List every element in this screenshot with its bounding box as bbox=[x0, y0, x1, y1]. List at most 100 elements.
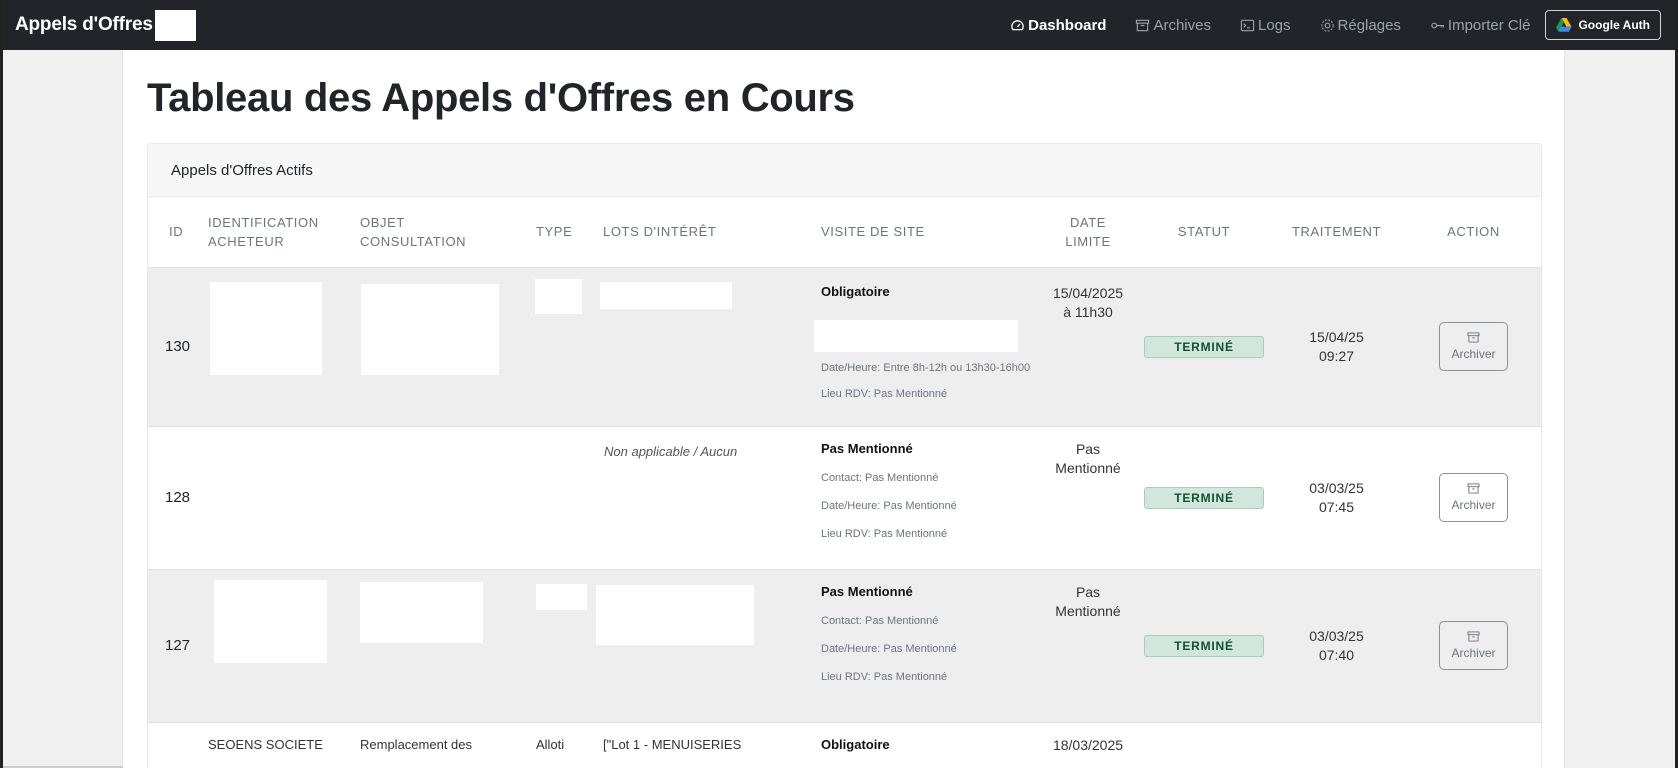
table-header-row: ID IDENTIFICATION ACHETEUR OBJET CONSULTAT… bbox=[148, 197, 1541, 268]
visite-status: Obligatoire bbox=[821, 736, 890, 752]
nav-settings[interactable]: Réglages bbox=[1320, 17, 1401, 34]
main-container: Tableau des Appels d'Offres en Cours App… bbox=[122, 50, 1565, 768]
header-traitement: TRAITEMENT bbox=[1269, 197, 1404, 268]
row-visite: Pas Mentionné Contact: Pas Mentionné Dat… bbox=[813, 569, 1037, 723]
brand-title: Appels d'Offres bbox=[15, 14, 153, 35]
row-action: Archiver bbox=[1404, 569, 1541, 723]
archive-icon bbox=[1467, 631, 1480, 642]
row-traitement: 03/03/25 07:40 bbox=[1269, 569, 1404, 723]
status-badge: TERMINÉ bbox=[1144, 486, 1264, 509]
table-row: 127 Pas Mentionné Contact: Pas Mentionné… bbox=[148, 569, 1541, 723]
redacted-block bbox=[596, 584, 754, 645]
row-date-limite: 18/03/2025 bbox=[1037, 722, 1139, 768]
row-type bbox=[535, 267, 603, 427]
row-date-limite: Pas Mentionné bbox=[1037, 569, 1139, 723]
redacted-block bbox=[210, 281, 322, 375]
row-type bbox=[536, 569, 603, 723]
archive-button[interactable]: Archiver bbox=[1439, 621, 1508, 670]
google-auth-label: Google Auth bbox=[1578, 18, 1650, 32]
row-lots bbox=[600, 267, 813, 427]
redacted-block bbox=[600, 281, 732, 309]
page-title: Tableau des Appels d'Offres en Cours bbox=[147, 76, 855, 120]
visite-datetime: Date/Heure: Entre 8h-12h ou 13h30-16h00 bbox=[821, 361, 1031, 374]
top-navbar: Appels d'Offres Dashboard Archives Logs … bbox=[3, 0, 1675, 50]
row-identification bbox=[208, 426, 359, 570]
nav-import-key-label: Importer Clé bbox=[1447, 16, 1531, 34]
row-id: 128 bbox=[148, 426, 208, 570]
gear-icon bbox=[1320, 18, 1335, 33]
row-traitement bbox=[1269, 722, 1404, 768]
row-visite: Pas Mentionné Contact: Pas Mentionné Dat… bbox=[813, 426, 1037, 570]
row-type bbox=[536, 426, 603, 570]
card-title: Appels d'Offres Actifs bbox=[171, 161, 313, 179]
header-identification: IDENTIFICATION ACHETEUR bbox=[208, 197, 359, 268]
row-date-limite: Pas Mentionné bbox=[1037, 426, 1139, 570]
visite-datetime: Date/Heure: Pas Mentionné bbox=[821, 642, 957, 655]
visite-status: Pas Mentionné bbox=[821, 583, 913, 599]
nav-dashboard[interactable]: Dashboard bbox=[1010, 17, 1106, 34]
row-objet: Remplacement des bbox=[359, 722, 536, 768]
nav-settings-label: Réglages bbox=[1337, 16, 1401, 34]
header-type: TYPE bbox=[536, 197, 603, 268]
visite-location: Lieu RDV: Pas Mentionné bbox=[821, 387, 948, 400]
row-traitement: 15/04/25 09:27 bbox=[1269, 267, 1404, 427]
archive-button[interactable]: Archiver bbox=[1439, 473, 1508, 522]
redacted-block bbox=[214, 579, 327, 663]
app-window: Appels d'Offres Dashboard Archives Logs … bbox=[0, 0, 1678, 768]
nav-logs-label: Logs bbox=[1258, 16, 1291, 34]
status-badge: TERMINÉ bbox=[1144, 335, 1264, 358]
row-objet bbox=[359, 426, 536, 570]
row-lots: ["Lot 1 - MENUISERIES bbox=[603, 722, 813, 768]
row-type: Alloti bbox=[536, 722, 603, 768]
visite-location: Lieu RDV: Pas Mentionné bbox=[821, 527, 948, 540]
row-statut: TERMINÉ bbox=[1139, 426, 1269, 570]
redacted-block bbox=[360, 581, 483, 643]
row-identification bbox=[208, 267, 359, 427]
row-statut bbox=[1139, 722, 1269, 768]
row-id bbox=[148, 722, 208, 768]
header-lots: LOTS D'INTÉRÊT bbox=[603, 197, 813, 268]
header-date: DATE LIMITE bbox=[1037, 197, 1139, 268]
row-identification: SEOENS SOCIETE bbox=[208, 722, 359, 768]
header-id: ID bbox=[148, 197, 208, 268]
redacted-block bbox=[154, 9, 196, 41]
tenders-table: ID IDENTIFICATION ACHETEUR OBJET CONSULTAT… bbox=[148, 197, 1541, 768]
archive-icon bbox=[1467, 483, 1480, 494]
google-auth-button[interactable]: Google Auth bbox=[1545, 10, 1661, 40]
row-visite: Obligatoire Date/Heure: Entre 8h-12h ou … bbox=[813, 267, 1037, 427]
status-badge: TERMINÉ bbox=[1144, 634, 1264, 657]
key-icon bbox=[1430, 18, 1445, 33]
redacted-block bbox=[814, 319, 1018, 352]
table-row: 128 Non applicable / Aucun Pas Mentionné… bbox=[148, 426, 1541, 570]
visite-location: Lieu RDV: Pas Mentionné bbox=[821, 670, 948, 683]
nav-dashboard-label: Dashboard bbox=[1028, 16, 1107, 34]
header-objet: OBJET CONSULTATION bbox=[359, 197, 536, 268]
visite-contact: Contact: Pas Mentionné bbox=[821, 614, 939, 627]
archive-button[interactable]: Archiver bbox=[1439, 322, 1508, 371]
lots-value: Non applicable / Aucun bbox=[604, 443, 738, 459]
row-identification bbox=[208, 569, 359, 723]
row-objet bbox=[359, 267, 536, 427]
visite-datetime: Date/Heure: Pas Mentionné bbox=[821, 499, 957, 512]
archive-icon bbox=[1135, 18, 1150, 33]
nav-import-key[interactable]: Importer Clé bbox=[1430, 16, 1531, 34]
dashboard-icon bbox=[1010, 18, 1025, 33]
redacted-block bbox=[536, 583, 587, 610]
row-action: Archiver bbox=[1404, 426, 1541, 570]
nav-logs[interactable]: Logs bbox=[1240, 17, 1291, 34]
table-row: SEOENS SOCIETE Remplacement des Alloti [… bbox=[148, 722, 1541, 768]
tenders-card: Appels d'Offres Actifs ID IDENTIFICATION… bbox=[147, 143, 1542, 768]
redacted-block bbox=[535, 278, 582, 314]
row-action bbox=[1404, 722, 1541, 768]
visite-status: Obligatoire bbox=[821, 283, 890, 299]
card-header: Appels d'Offres Actifs bbox=[148, 144, 1541, 197]
visite-status: Pas Mentionné bbox=[821, 440, 913, 456]
brand[interactable]: Appels d'Offres bbox=[15, 9, 196, 41]
row-statut: TERMINÉ bbox=[1139, 569, 1269, 723]
terminal-icon bbox=[1240, 18, 1255, 33]
nav-archives[interactable]: Archives bbox=[1135, 17, 1211, 34]
row-id: 127 bbox=[148, 569, 208, 723]
row-date-limite: 15/04/2025 à 11h30 bbox=[1037, 267, 1139, 427]
header-statut: STATUT bbox=[1139, 197, 1269, 268]
header-visite: VISITE DE SITE bbox=[813, 197, 1037, 268]
